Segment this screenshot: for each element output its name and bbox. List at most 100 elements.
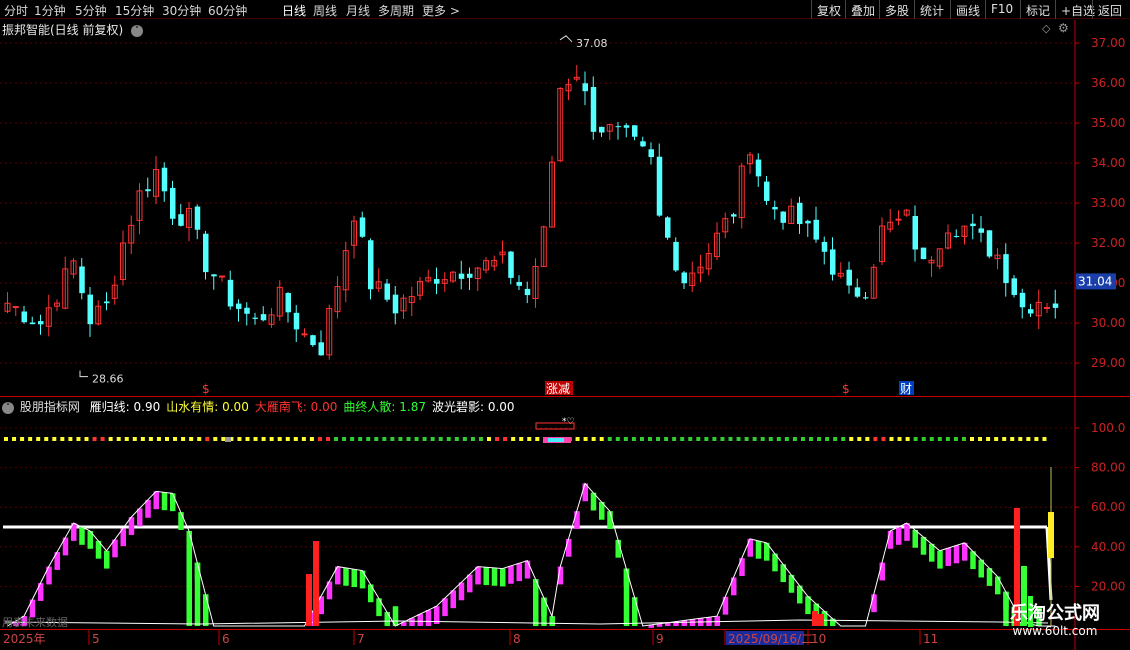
oscillator-bar — [524, 560, 531, 579]
indicator-dot — [889, 437, 894, 441]
red-bar — [812, 611, 818, 626]
oscillator-bar — [450, 590, 456, 609]
oscillator-bar — [887, 530, 894, 549]
price-axis-label: 37.00 — [1091, 36, 1125, 50]
candle-body — [1011, 278, 1017, 295]
indicator-dot — [905, 437, 910, 441]
indicator-dot — [825, 437, 830, 441]
indicator-dot — [1026, 437, 1031, 441]
indicator-dot — [696, 437, 701, 441]
indicator-dot — [76, 437, 81, 441]
candle-body — [632, 125, 638, 137]
candle-body — [38, 321, 44, 325]
indicator-dot — [478, 437, 483, 441]
candle-body — [970, 223, 976, 227]
indicator-dot — [414, 437, 419, 441]
indicator-dot — [648, 437, 652, 441]
indicator-dot — [712, 437, 717, 441]
candle-body — [12, 306, 19, 309]
oscillator-bar — [417, 614, 423, 626]
candle-body — [772, 206, 778, 210]
indicator-dot — [60, 437, 65, 441]
oscillator-bar — [714, 616, 720, 626]
candle-body — [458, 273, 465, 279]
candle-body — [978, 228, 984, 233]
indicator-dot — [446, 437, 451, 441]
indicator-dot — [269, 437, 274, 441]
candle-body — [434, 279, 440, 284]
indicator-dot — [688, 437, 693, 441]
indicator-dot — [1042, 437, 1047, 441]
indicator-dot — [309, 437, 314, 441]
indicator-dot — [470, 437, 475, 441]
candle-body — [1003, 254, 1009, 284]
indicator-dot — [583, 437, 588, 441]
indicator-dot — [52, 437, 57, 441]
oscillator-bar — [945, 548, 951, 566]
indicator-value-1: 山水有情: 0.00 — [166, 400, 249, 414]
candle-body — [656, 156, 663, 216]
candle-body — [467, 273, 473, 278]
indicator-dot — [237, 437, 242, 441]
indicator-dot — [961, 437, 966, 441]
indicator-dot — [535, 437, 540, 441]
indicator-dot — [454, 437, 459, 441]
oscillator-column — [186, 530, 192, 626]
indicator-dot — [720, 437, 725, 441]
indicator-dot — [833, 437, 838, 441]
indicator-name[interactable]: 股朋指标网 — [20, 400, 80, 414]
price-axis-label: 36.00 — [1091, 76, 1125, 90]
price-axis-label: 30.00 — [1091, 316, 1125, 330]
oscillator-bar — [145, 499, 151, 518]
candle-body — [1019, 292, 1026, 308]
candle-body — [863, 297, 869, 299]
event-marker: $ — [842, 382, 850, 396]
candle-body — [161, 167, 168, 192]
indicator-dot — [156, 437, 161, 441]
indicator-dot — [350, 437, 355, 441]
candle-body — [285, 293, 291, 313]
indicator-dot — [728, 437, 733, 441]
candle-body — [236, 303, 242, 309]
candle-body — [755, 159, 762, 177]
red-bar — [306, 574, 312, 626]
oscillator-column — [533, 579, 539, 626]
indicator-dot — [487, 437, 491, 441]
oscillator-bar — [953, 545, 960, 564]
indicator-note: 用表未来数据 — [2, 615, 68, 629]
indicator-dot — [664, 437, 669, 441]
candle-body — [780, 211, 786, 223]
date-label: 5 — [92, 632, 100, 646]
indicator-dot — [261, 437, 266, 441]
candle-body — [986, 230, 993, 257]
date-label: 9 — [656, 632, 664, 646]
candle-body — [623, 125, 630, 128]
indicator-dot — [317, 437, 322, 441]
indicator-value-0: 雁归线: 0.90 — [89, 400, 161, 414]
indicator-dot — [817, 437, 822, 441]
indicator-dot — [462, 437, 467, 441]
candle-body — [203, 233, 209, 273]
candle-body — [830, 249, 836, 275]
candle-body — [29, 322, 36, 325]
candle-body — [211, 274, 217, 277]
indicator-dot — [704, 437, 709, 441]
indicator-dot — [1018, 437, 1023, 441]
indicator-dot — [165, 437, 169, 441]
indicator-dot — [857, 437, 862, 441]
indicator-dot — [116, 437, 121, 441]
indicator-dot — [849, 437, 854, 441]
oscillator-column — [384, 612, 390, 626]
indicator-dot — [953, 437, 958, 441]
low-label: 28.66 — [92, 373, 124, 386]
indicator-dot — [181, 437, 186, 441]
indicator-dot — [897, 437, 902, 441]
indicator-axis-label: 60.00 — [1091, 500, 1125, 514]
indicator-dot — [921, 437, 926, 441]
red-bar — [818, 614, 824, 626]
indicator-dot — [639, 437, 644, 441]
oscillator-bar — [516, 563, 522, 582]
chevron-down-icon[interactable]: ˅ — [2, 401, 14, 414]
indicator-dot — [591, 437, 596, 441]
stock-chart[interactable]: 37.0036.0035.0034.0033.0032.0031.0030.00… — [0, 0, 1130, 650]
